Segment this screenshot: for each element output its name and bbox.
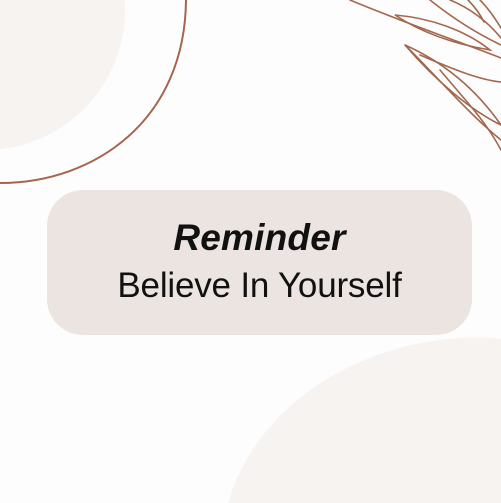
top-left-blob [0, 0, 125, 150]
reminder-graphic: Reminder Believe In Yourself [0, 0, 501, 503]
reminder-title: Reminder [173, 216, 346, 258]
leaf-branch-icon [349, 0, 501, 151]
bottom-right-blob [228, 337, 501, 503]
reminder-card: Reminder Believe In Yourself [47, 190, 472, 335]
reminder-message: Believe In Yourself [117, 265, 402, 305]
